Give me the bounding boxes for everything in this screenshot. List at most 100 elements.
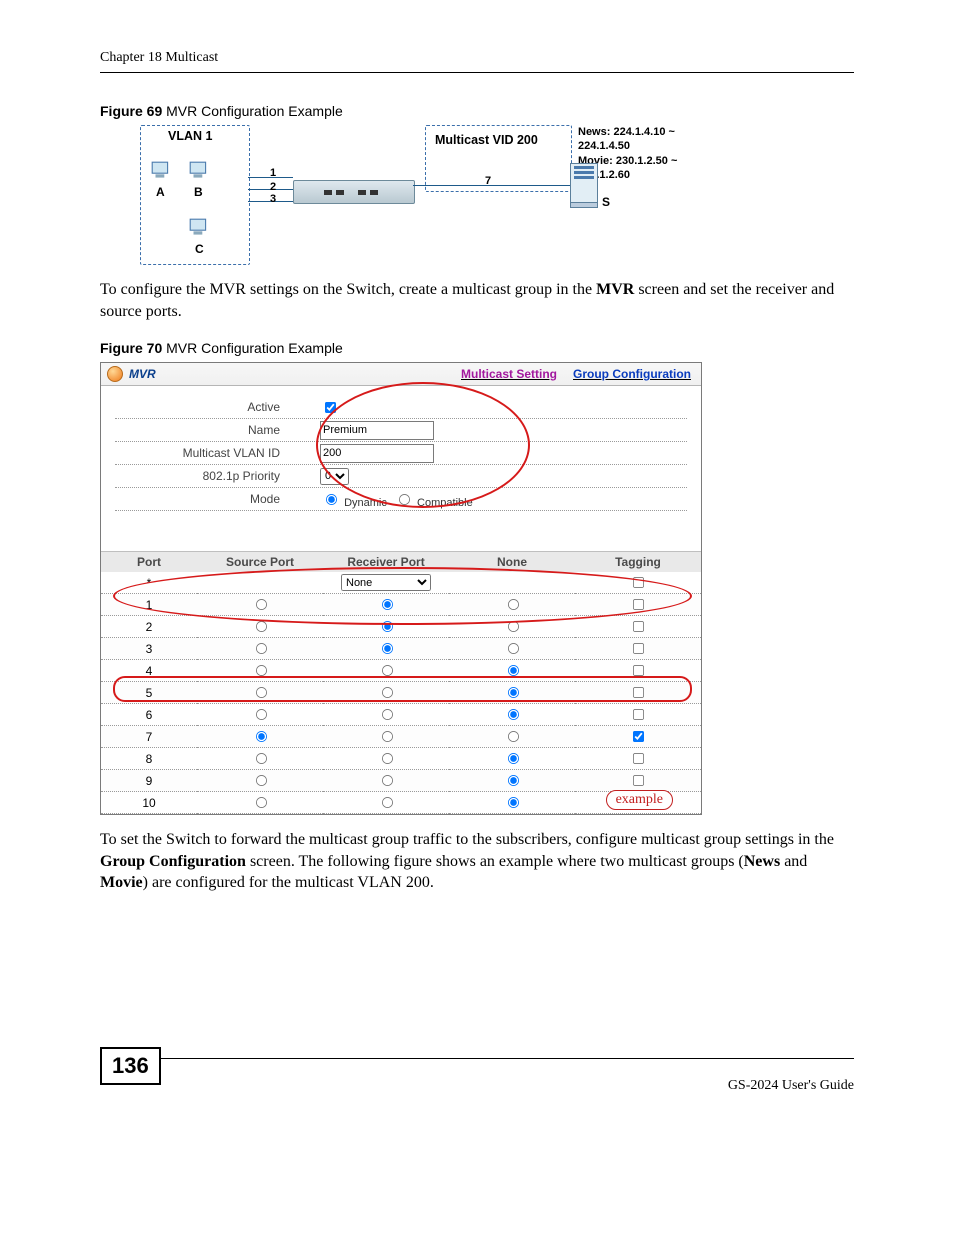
ip-news: News: 224.1.4.10 ~ 224.1.4.50 (578, 125, 700, 154)
page-number: 136 (100, 1047, 161, 1085)
label-mode-compatible: Compatible (417, 497, 473, 509)
radio-mode-dynamic[interactable] (326, 494, 337, 505)
radio-port-src[interactable] (255, 621, 266, 632)
cell-port: 3 (101, 638, 197, 660)
table-row: 9 (101, 770, 701, 792)
col-source-port: Source Port (197, 552, 323, 573)
input-multicast-vlan-id[interactable] (320, 444, 434, 463)
radio-port-none[interactable] (507, 775, 518, 786)
checkbox-port-tag[interactable] (633, 687, 644, 698)
radio-port-rcv[interactable] (381, 665, 392, 676)
figure70-screenshot: MVR Multicast Setting Group Configuratio… (100, 362, 702, 815)
checkbox-port-tag[interactable] (633, 775, 644, 786)
cell-port: 2 (101, 616, 197, 638)
radio-port-rcv[interactable] (381, 731, 392, 742)
vid200-label: Multicast VID 200 (435, 133, 538, 147)
label-mvid: Multicast VLAN ID (115, 446, 320, 460)
radio-port-rcv[interactable] (381, 643, 392, 654)
radio-port-none[interactable] (507, 709, 518, 720)
radio-port-src[interactable] (255, 753, 266, 764)
wire-7 (413, 185, 570, 186)
checkbox-port-tag[interactable] (633, 599, 644, 610)
table-row: 1 (101, 594, 701, 616)
label-mode-dynamic: Dynamic (344, 497, 387, 509)
cell-port: 10 (101, 792, 197, 814)
label-mode: Mode (115, 492, 320, 506)
checkbox-port-tag[interactable] (633, 731, 644, 742)
radio-port-src[interactable] (255, 775, 266, 786)
select-8021p-priority[interactable]: 0 (320, 468, 349, 485)
mvr-settings: Active Name Multicast VLAN ID 802.1p Pri… (101, 386, 701, 523)
table-row: 4 (101, 660, 701, 682)
label-name: Name (115, 423, 320, 437)
checkbox-active[interactable] (325, 402, 336, 413)
radio-port-src[interactable] (255, 797, 266, 808)
server-label: S (602, 195, 610, 209)
radio-port-src[interactable] (255, 709, 266, 720)
pc-c-label: C (195, 242, 204, 256)
wire-3-label: 3 (270, 193, 276, 205)
radio-port-none[interactable] (507, 599, 518, 610)
pc-c-icon (188, 217, 210, 239)
checkbox-star-tag[interactable] (633, 577, 644, 588)
figure69-title: MVR Configuration Example (162, 103, 343, 119)
link-multicast-setting[interactable]: Multicast Setting (461, 367, 557, 381)
checkbox-port-tag[interactable] (633, 643, 644, 654)
pc-b-icon (188, 160, 210, 182)
label-active: Active (115, 400, 320, 414)
checkbox-port-tag[interactable] (633, 709, 644, 720)
radio-port-src[interactable] (255, 643, 266, 654)
radio-port-src[interactable] (255, 599, 266, 610)
vlan1-label: VLAN 1 (168, 129, 212, 143)
paragraph-2: To set the Switch to forward the multica… (100, 829, 854, 894)
cell-port: 8 (101, 748, 197, 770)
input-name[interactable] (320, 421, 434, 440)
figure70-title: MVR Configuration Example (162, 340, 343, 356)
radio-mode-compatible[interactable] (399, 494, 410, 505)
table-row: 5 (101, 682, 701, 704)
checkbox-port-tag[interactable] (633, 621, 644, 632)
server-icon (570, 163, 596, 211)
row-star-label: * (101, 572, 197, 594)
radio-port-rcv[interactable] (381, 687, 392, 698)
wire-7-label: 7 (485, 175, 491, 187)
radio-port-rcv[interactable] (381, 753, 392, 764)
checkbox-port-tag[interactable] (633, 665, 644, 676)
radio-port-none[interactable] (507, 643, 518, 654)
radio-port-none[interactable] (507, 753, 518, 764)
radio-port-rcv[interactable] (381, 775, 392, 786)
figure69-num: Figure 69 (100, 103, 162, 119)
radio-port-rcv[interactable] (381, 709, 392, 720)
radio-port-src[interactable] (255, 731, 266, 742)
radio-port-none[interactable] (507, 687, 518, 698)
cell-port: 9 (101, 770, 197, 792)
port-table: Port Source Port Receiver Port None Tagg… (101, 551, 701, 814)
label-priority: 802.1p Priority (115, 469, 320, 483)
radio-port-none[interactable] (507, 621, 518, 632)
mvr-titlebar: MVR Multicast Setting Group Configuratio… (101, 363, 701, 386)
radio-port-rcv[interactable] (381, 599, 392, 610)
link-group-configuration[interactable]: Group Configuration (573, 367, 691, 381)
radio-port-none[interactable] (507, 731, 518, 742)
figure69-caption: Figure 69 MVR Configuration Example (100, 103, 854, 119)
wire-2-label: 2 (270, 181, 276, 193)
radio-port-src[interactable] (255, 665, 266, 676)
radio-port-none[interactable] (507, 665, 518, 676)
pc-a-icon (150, 160, 172, 182)
table-row: 8 (101, 748, 701, 770)
orb-icon (107, 366, 123, 382)
select-star-mode[interactable]: None (341, 574, 431, 591)
radio-port-src[interactable] (255, 687, 266, 698)
cell-port: 7 (101, 726, 197, 748)
example-label: example (606, 790, 673, 810)
cell-port: 1 (101, 594, 197, 616)
figure69-diagram: VLAN 1 Multicast VID 200 News: 224.1.4.1… (140, 125, 700, 265)
checkbox-port-tag[interactable] (633, 753, 644, 764)
radio-port-none[interactable] (507, 797, 518, 808)
radio-port-rcv[interactable] (381, 797, 392, 808)
radio-port-rcv[interactable] (381, 621, 392, 632)
wire-1-label: 1 (270, 167, 276, 179)
figure70-caption: Figure 70 MVR Configuration Example (100, 340, 854, 356)
cell-port: 6 (101, 704, 197, 726)
table-row: 6 (101, 704, 701, 726)
